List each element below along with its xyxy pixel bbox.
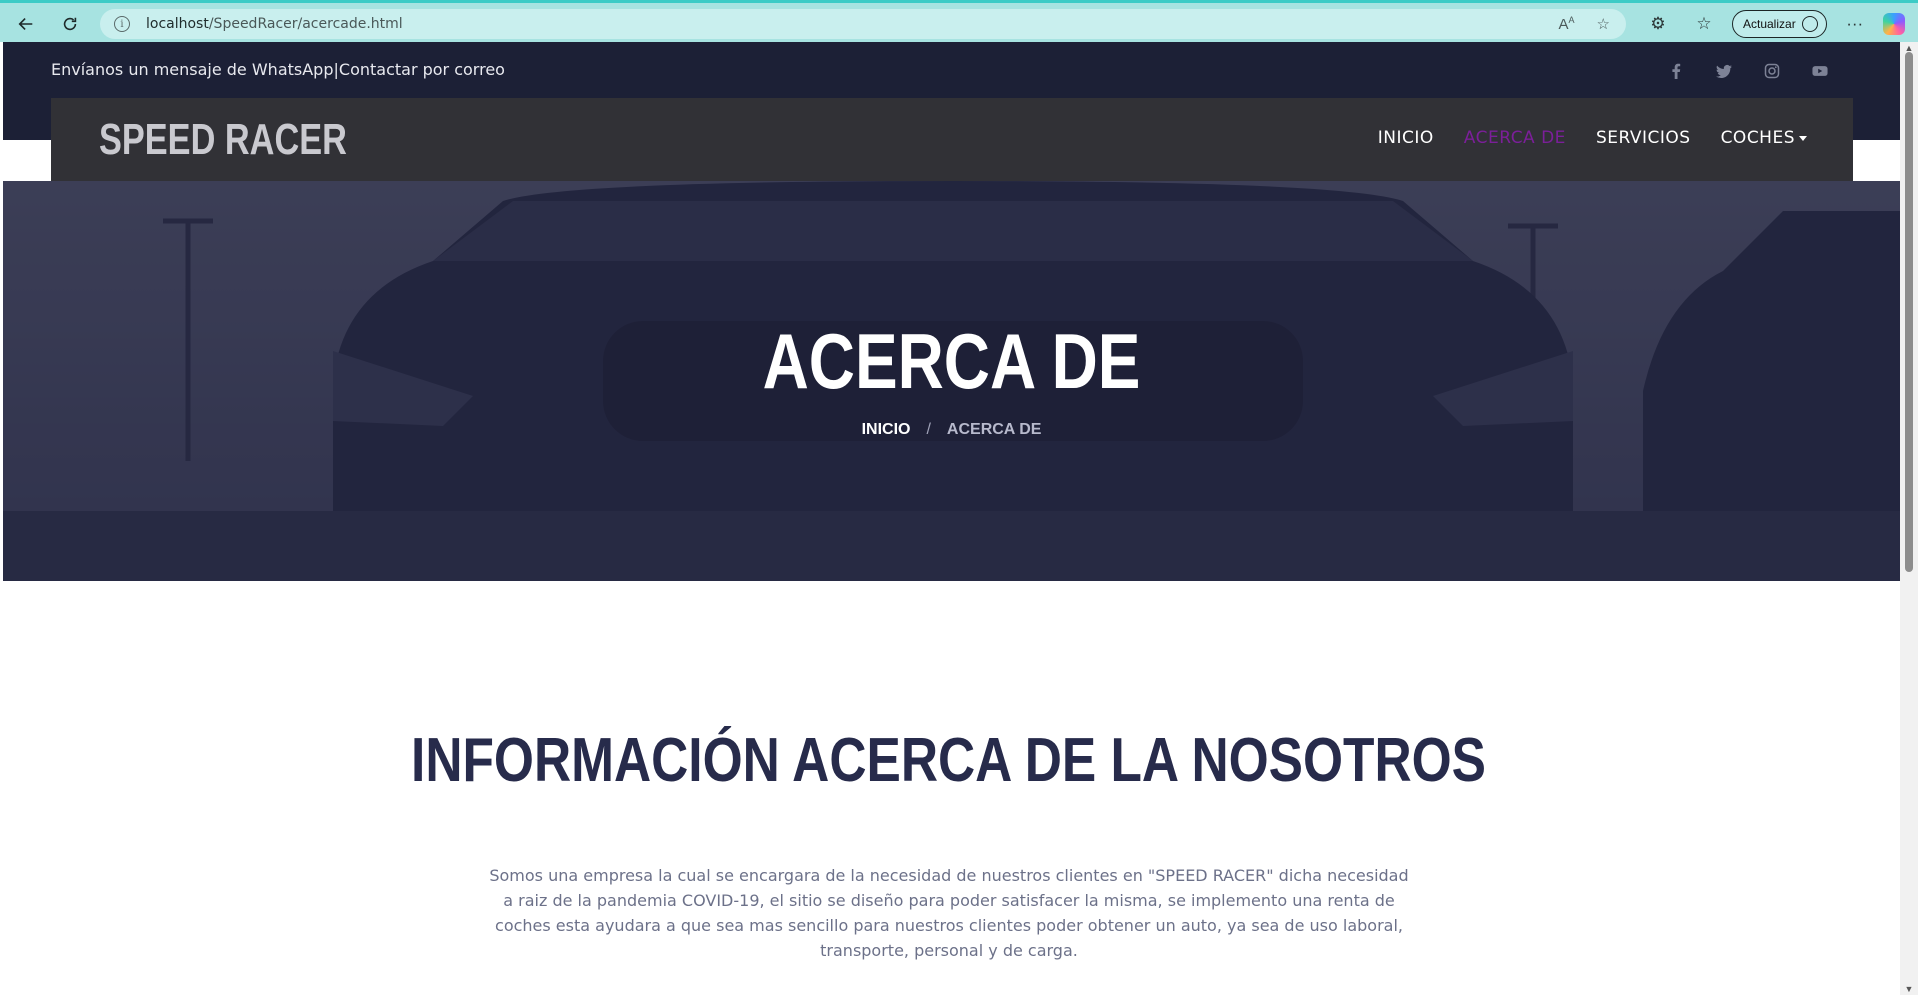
profile-icon <box>1801 16 1818 32</box>
brand-logo[interactable]: SPEED RACER <box>99 115 347 165</box>
email-link[interactable]: Contactar por correo <box>339 60 505 79</box>
scroll-down-icon[interactable]: ▼ <box>1904 985 1914 994</box>
twitter-icon[interactable] <box>1711 58 1737 84</box>
scrollbar-thumb[interactable] <box>1905 52 1913 572</box>
nav-item-inicio[interactable]: INICIO <box>1378 128 1434 148</box>
instagram-icon[interactable] <box>1759 58 1785 84</box>
extensions-icon[interactable]: ⚙ <box>1640 6 1676 42</box>
page-scrollbar[interactable]: ▲ ▼ <box>1900 42 1918 995</box>
hero-title: ACERCA DE <box>762 317 1141 405</box>
copilot-icon[interactable] <box>1882 13 1905 35</box>
breadcrumb: INICIO / ACERCA DE <box>3 421 1900 439</box>
main-navbar: SPEED RACER INICIO ACERCA DE SERVICIOS C… <box>51 98 1853 181</box>
browser-toolbar: i localhost/SpeedRacer/acercade.html AA … <box>0 0 1918 42</box>
nav-item-servicios[interactable]: SERVICIOS <box>1596 128 1691 148</box>
url-text: localhost/SpeedRacer/acercade.html <box>146 16 403 32</box>
address-bar[interactable]: i localhost/SpeedRacer/acercade.html AA … <box>100 9 1626 39</box>
back-arrow-icon[interactable] <box>8 6 44 42</box>
scroll-up-icon[interactable]: ▲ <box>1904 44 1914 53</box>
about-section-text: Somos una empresa la cual se encargara d… <box>489 866 1409 960</box>
read-aloud-icon[interactable]: AA <box>1559 15 1575 33</box>
reload-icon[interactable] <box>52 6 88 42</box>
youtube-icon[interactable] <box>1807 58 1833 84</box>
breadcrumb-current: ACERCA DE <box>946 421 1042 438</box>
dropdown-caret-icon <box>1799 135 1807 141</box>
nav-item-coches-label: COCHES <box>1720 128 1795 148</box>
facebook-icon[interactable] <box>1663 58 1689 84</box>
whatsapp-link[interactable]: Envíanos un mensaje de WhatsApp <box>51 60 334 79</box>
favorite-star-icon[interactable]: ☆ <box>1597 15 1610 33</box>
update-button[interactable]: Actualizar <box>1732 10 1827 38</box>
hero-banner: ACERCA DE INICIO / ACERCA DE <box>3 181 1900 581</box>
nav-item-acerca-de[interactable]: ACERCA DE <box>1464 128 1566 148</box>
nav-item-coches[interactable]: COCHES <box>1721 128 1807 148</box>
breadcrumb-home-link[interactable]: INICIO <box>862 421 911 438</box>
favorites-icon[interactable]: ☆ <box>1686 6 1722 42</box>
site-info-icon[interactable]: i <box>114 16 130 32</box>
nav-menu: INICIO ACERCA DE SERVICIOS COCHES <box>1378 128 1807 148</box>
breadcrumb-separator: / <box>926 421 931 438</box>
about-section-title: INFORMACIÓN ACERCA DE LA NOSOTROS <box>411 726 1486 795</box>
page-viewport: Envíanos un mensaje de WhatsApp|Contacta… <box>3 42 1900 995</box>
more-options-icon[interactable]: ··· <box>1837 6 1873 42</box>
